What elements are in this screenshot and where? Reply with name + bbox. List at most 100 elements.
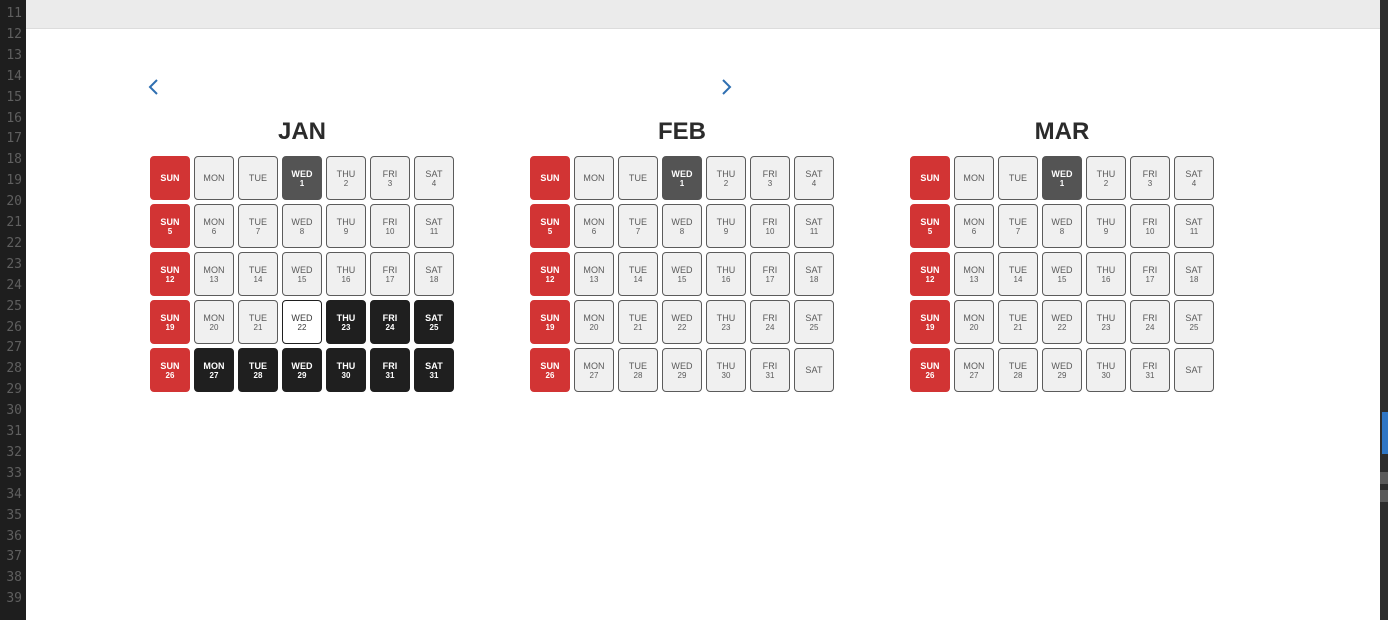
day-cell[interactable]: THU 23 xyxy=(1086,300,1126,344)
day-cell[interactable]: THU 30 xyxy=(706,348,746,392)
day-cell[interactable]: MON 6 xyxy=(954,204,994,248)
day-cell[interactable]: THU 23 xyxy=(326,300,366,344)
day-cell[interactable]: WED 29 xyxy=(1042,348,1082,392)
day-cell[interactable]: WED 1 xyxy=(282,156,322,200)
day-cell[interactable]: MON xyxy=(194,156,234,200)
day-cell[interactable]: WED 22 xyxy=(1042,300,1082,344)
day-cell[interactable]: SUN 12 xyxy=(530,252,570,296)
day-cell[interactable]: FRI 17 xyxy=(750,252,790,296)
day-cell[interactable]: MON xyxy=(954,156,994,200)
day-cell[interactable]: THU 30 xyxy=(1086,348,1126,392)
day-cell[interactable]: SUN 5 xyxy=(910,204,950,248)
day-cell[interactable]: WED 15 xyxy=(1042,252,1082,296)
day-cell[interactable]: SAT 18 xyxy=(794,252,834,296)
day-cell[interactable]: FRI 31 xyxy=(1130,348,1170,392)
day-cell[interactable]: THU 2 xyxy=(706,156,746,200)
day-cell[interactable]: SUN 19 xyxy=(530,300,570,344)
day-cell[interactable]: MON 13 xyxy=(574,252,614,296)
day-cell[interactable]: MON 20 xyxy=(194,300,234,344)
day-cell[interactable]: SUN 26 xyxy=(910,348,950,392)
day-cell[interactable]: FRI 10 xyxy=(750,204,790,248)
day-cell[interactable]: THU 2 xyxy=(1086,156,1126,200)
day-cell[interactable]: TUE xyxy=(618,156,658,200)
accent-tab[interactable] xyxy=(1382,412,1388,454)
day-cell[interactable]: TUE 28 xyxy=(238,348,278,392)
day-cell[interactable]: FRI 3 xyxy=(1130,156,1170,200)
day-cell[interactable]: SUN xyxy=(910,156,950,200)
day-cell[interactable]: WED 1 xyxy=(1042,156,1082,200)
day-cell[interactable]: MON 20 xyxy=(574,300,614,344)
day-cell[interactable]: FRI 3 xyxy=(750,156,790,200)
day-cell[interactable]: FRI 24 xyxy=(1130,300,1170,344)
day-cell[interactable]: SUN 5 xyxy=(530,204,570,248)
day-cell[interactable]: TUE 7 xyxy=(998,204,1038,248)
day-cell[interactable]: WED 8 xyxy=(282,204,322,248)
day-cell[interactable]: TUE 14 xyxy=(618,252,658,296)
prev-month-button[interactable] xyxy=(145,76,163,98)
day-cell[interactable]: THU 9 xyxy=(1086,204,1126,248)
day-cell[interactable]: TUE 7 xyxy=(238,204,278,248)
day-cell[interactable]: SAT xyxy=(1174,348,1214,392)
day-cell[interactable]: MON 27 xyxy=(954,348,994,392)
day-cell[interactable]: SUN 19 xyxy=(150,300,190,344)
day-cell[interactable]: TUE 28 xyxy=(998,348,1038,392)
day-cell[interactable]: WED 29 xyxy=(662,348,702,392)
day-cell[interactable]: FRI 31 xyxy=(370,348,410,392)
day-cell[interactable]: FRI 17 xyxy=(370,252,410,296)
day-cell[interactable]: TUE 28 xyxy=(618,348,658,392)
day-cell[interactable]: TUE 14 xyxy=(238,252,278,296)
day-cell[interactable]: SUN 26 xyxy=(530,348,570,392)
day-cell[interactable]: MON xyxy=(574,156,614,200)
day-cell[interactable]: WED 15 xyxy=(282,252,322,296)
day-cell[interactable]: SAT 18 xyxy=(1174,252,1214,296)
day-cell[interactable]: SAT 11 xyxy=(1174,204,1214,248)
day-cell[interactable]: MON 27 xyxy=(194,348,234,392)
day-cell[interactable]: FRI 3 xyxy=(370,156,410,200)
day-cell[interactable]: SAT 4 xyxy=(414,156,454,200)
day-cell[interactable]: MON 6 xyxy=(194,204,234,248)
day-cell[interactable]: SAT 4 xyxy=(1174,156,1214,200)
day-cell[interactable]: TUE 7 xyxy=(618,204,658,248)
day-cell[interactable]: WED 29 xyxy=(282,348,322,392)
day-cell[interactable]: THU 9 xyxy=(326,204,366,248)
day-cell[interactable]: FRI 24 xyxy=(750,300,790,344)
day-cell[interactable]: WED 22 xyxy=(662,300,702,344)
day-cell[interactable]: TUE xyxy=(238,156,278,200)
day-cell[interactable]: THU 2 xyxy=(326,156,366,200)
day-cell[interactable]: SAT 25 xyxy=(414,300,454,344)
day-cell[interactable]: WED 8 xyxy=(1042,204,1082,248)
day-cell[interactable]: SAT 25 xyxy=(794,300,834,344)
next-month-button[interactable] xyxy=(717,76,735,98)
day-cell[interactable]: SUN 12 xyxy=(910,252,950,296)
day-cell[interactable]: WED 22 xyxy=(282,300,322,344)
day-cell[interactable]: TUE 21 xyxy=(238,300,278,344)
day-cell[interactable]: MON 6 xyxy=(574,204,614,248)
day-cell[interactable]: THU 16 xyxy=(326,252,366,296)
day-cell[interactable]: SAT 18 xyxy=(414,252,454,296)
day-cell[interactable]: FRI 10 xyxy=(370,204,410,248)
day-cell[interactable]: THU 23 xyxy=(706,300,746,344)
day-cell[interactable]: THU 16 xyxy=(1086,252,1126,296)
day-cell[interactable]: MON 13 xyxy=(954,252,994,296)
day-cell[interactable]: FRI 17 xyxy=(1130,252,1170,296)
day-cell[interactable]: TUE 21 xyxy=(618,300,658,344)
day-cell[interactable]: SUN 5 xyxy=(150,204,190,248)
day-cell[interactable]: TUE 14 xyxy=(998,252,1038,296)
day-cell[interactable]: SAT 31 xyxy=(414,348,454,392)
day-cell[interactable]: TUE xyxy=(998,156,1038,200)
day-cell[interactable]: MON 20 xyxy=(954,300,994,344)
day-cell[interactable]: SAT 11 xyxy=(794,204,834,248)
day-cell[interactable]: THU 30 xyxy=(326,348,366,392)
day-cell[interactable]: SUN 26 xyxy=(150,348,190,392)
day-cell[interactable]: WED 1 xyxy=(662,156,702,200)
day-cell[interactable]: WED 8 xyxy=(662,204,702,248)
day-cell[interactable]: FRI 10 xyxy=(1130,204,1170,248)
day-cell[interactable]: MON 13 xyxy=(194,252,234,296)
day-cell[interactable]: SAT 25 xyxy=(1174,300,1214,344)
day-cell[interactable]: THU 9 xyxy=(706,204,746,248)
day-cell[interactable]: SAT 11 xyxy=(414,204,454,248)
day-cell[interactable]: SUN xyxy=(530,156,570,200)
day-cell[interactable]: THU 16 xyxy=(706,252,746,296)
day-cell[interactable]: SAT 4 xyxy=(794,156,834,200)
day-cell[interactable]: SUN 12 xyxy=(150,252,190,296)
